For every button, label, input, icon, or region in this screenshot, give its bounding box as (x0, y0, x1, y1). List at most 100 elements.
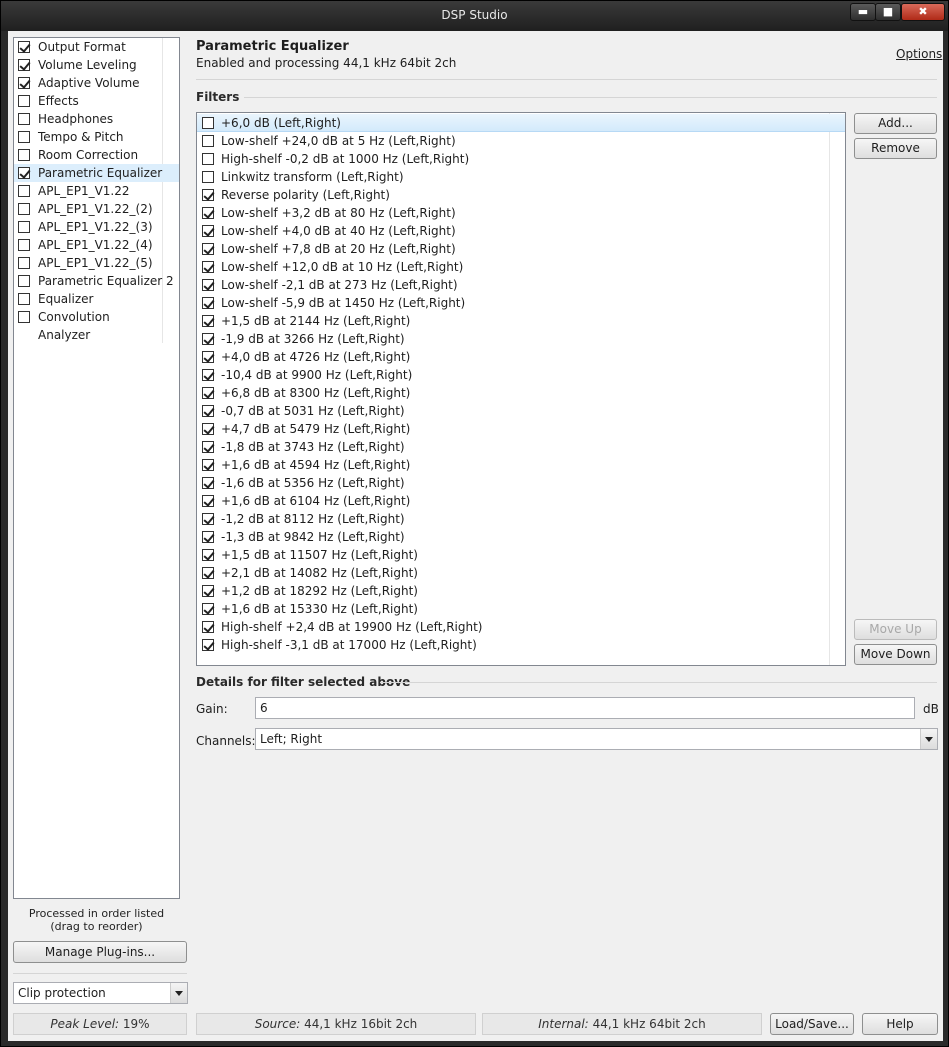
filter-checkbox[interactable] (202, 513, 214, 525)
sidebar-item[interactable]: Parametric Equalizer (14, 164, 179, 182)
filter-checkbox[interactable] (202, 243, 214, 255)
sidebar-item[interactable]: Tempo & Pitch (14, 128, 179, 146)
channels-select[interactable]: Left; Right (255, 728, 938, 750)
filter-row[interactable]: Low-shelf +3,2 dB at 80 Hz (Left,Right) (197, 204, 845, 222)
chevron-down-icon[interactable] (920, 729, 937, 749)
filter-row[interactable]: +6,0 dB (Left,Right) (197, 114, 845, 132)
manage-plugins-button[interactable]: Manage Plug-ins... (13, 941, 187, 963)
sidebar-item[interactable]: Volume Leveling (14, 56, 179, 74)
minimize-button[interactable]: ▬ (850, 3, 876, 21)
filter-checkbox[interactable] (202, 405, 214, 417)
dsp-module-list[interactable]: Output Format Volume Leveling Adaptive Vol… (13, 37, 180, 899)
filter-row[interactable]: +2,1 dB at 14082 Hz (Left,Right) (197, 564, 845, 582)
sidebar-item[interactable]: Effects (14, 92, 179, 110)
gain-input[interactable]: 6 (255, 697, 915, 719)
filter-checkbox[interactable] (202, 369, 214, 381)
module-checkbox[interactable] (18, 311, 30, 323)
module-checkbox[interactable] (18, 257, 30, 269)
filter-checkbox[interactable] (202, 135, 214, 147)
filter-row[interactable]: -1,2 dB at 8112 Hz (Left,Right) (197, 510, 845, 528)
move-up-button[interactable]: Move Up (854, 619, 937, 640)
filter-row[interactable]: +1,6 dB at 6104 Hz (Left,Right) (197, 492, 845, 510)
filter-checkbox[interactable] (202, 585, 214, 597)
sidebar-item[interactable]: Analyzer (14, 326, 179, 344)
filter-row[interactable]: Reverse polarity (Left,Right) (197, 186, 845, 204)
module-checkbox[interactable] (18, 167, 30, 179)
module-checkbox[interactable] (18, 239, 30, 251)
move-down-button[interactable]: Move Down (854, 644, 937, 665)
filter-checkbox[interactable] (202, 315, 214, 327)
filter-row[interactable]: Low-shelf -5,9 dB at 1450 Hz (Left,Right… (197, 294, 845, 312)
help-button[interactable]: Help (862, 1013, 938, 1035)
filter-checkbox[interactable] (202, 603, 214, 615)
filter-checkbox[interactable] (202, 387, 214, 399)
module-checkbox[interactable] (18, 185, 30, 197)
maximize-button[interactable]: ■ (875, 3, 901, 21)
filter-checkbox[interactable] (202, 261, 214, 273)
module-checkbox[interactable] (18, 131, 30, 143)
sidebar-item[interactable]: APL_EP1_V1.22_(4) (14, 236, 179, 254)
filter-checkbox[interactable] (202, 171, 214, 183)
filter-checkbox[interactable] (202, 639, 214, 651)
clip-protection-select[interactable]: Clip protection (13, 982, 188, 1004)
sidebar-item[interactable]: Headphones (14, 110, 179, 128)
filter-row[interactable]: High-shelf -0,2 dB at 1000 Hz (Left,Righ… (197, 150, 845, 168)
filter-checkbox[interactable] (202, 441, 214, 453)
filter-row[interactable]: +1,6 dB at 4594 Hz (Left,Right) (197, 456, 845, 474)
filter-checkbox[interactable] (202, 495, 214, 507)
module-checkbox[interactable] (18, 149, 30, 161)
filter-checkbox[interactable] (202, 207, 214, 219)
sidebar-item[interactable]: APL_EP1_V1.22 (14, 182, 179, 200)
filter-row[interactable]: +1,2 dB at 18292 Hz (Left,Right) (197, 582, 845, 600)
module-checkbox[interactable] (18, 77, 30, 89)
filter-row[interactable]: High-shelf -3,1 dB at 17000 Hz (Left,Rig… (197, 636, 845, 654)
filter-row[interactable]: Low-shelf +24,0 dB at 5 Hz (Left,Right) (197, 132, 845, 150)
sidebar-item[interactable]: APL_EP1_V1.22_(3) (14, 218, 179, 236)
sidebar-item[interactable]: Room Correction (14, 146, 179, 164)
filter-row[interactable]: +4,0 dB at 4726 Hz (Left,Right) (197, 348, 845, 366)
filter-checkbox[interactable] (202, 621, 214, 633)
filter-checkbox[interactable] (202, 477, 214, 489)
filter-row[interactable]: Low-shelf +12,0 dB at 10 Hz (Left,Right) (197, 258, 845, 276)
sidebar-item[interactable]: APL_EP1_V1.22_(2) (14, 200, 179, 218)
filter-row[interactable]: +6,8 dB at 8300 Hz (Left,Right) (197, 384, 845, 402)
add-filter-button[interactable]: Add... (854, 113, 937, 134)
filter-checkbox[interactable] (202, 153, 214, 165)
options-link[interactable]: Options (896, 47, 942, 61)
filter-checkbox[interactable] (202, 459, 214, 471)
module-checkbox[interactable] (18, 221, 30, 233)
module-checkbox[interactable] (18, 95, 30, 107)
filter-row[interactable]: Linkwitz transform (Left,Right) (197, 168, 845, 186)
filter-row[interactable]: +4,7 dB at 5479 Hz (Left,Right) (197, 420, 845, 438)
module-checkbox[interactable] (18, 203, 30, 215)
sidebar-item[interactable]: Output Format (14, 38, 179, 56)
filter-checkbox[interactable] (202, 279, 214, 291)
filter-row[interactable]: Low-shelf -2,1 dB at 273 Hz (Left,Right) (197, 276, 845, 294)
module-checkbox[interactable] (18, 293, 30, 305)
filter-row[interactable]: -1,3 dB at 9842 Hz (Left,Right) (197, 528, 845, 546)
filter-checkbox[interactable] (202, 225, 214, 237)
filter-row[interactable]: +1,5 dB at 11507 Hz (Left,Right) (197, 546, 845, 564)
filter-row[interactable]: +1,5 dB at 2144 Hz (Left,Right) (197, 312, 845, 330)
filter-row[interactable]: Low-shelf +4,0 dB at 40 Hz (Left,Right) (197, 222, 845, 240)
filter-row[interactable]: -1,6 dB at 5356 Hz (Left,Right) (197, 474, 845, 492)
filter-row[interactable]: Low-shelf +7,8 dB at 20 Hz (Left,Right) (197, 240, 845, 258)
chevron-down-icon[interactable] (170, 983, 187, 1003)
filter-checkbox[interactable] (202, 297, 214, 309)
filter-checkbox[interactable] (202, 549, 214, 561)
filter-checkbox[interactable] (202, 351, 214, 363)
load-save-button[interactable]: Load/Save... (770, 1013, 854, 1035)
module-checkbox[interactable] (18, 59, 30, 71)
filter-row[interactable]: High-shelf +2,4 dB at 19900 Hz (Left,Rig… (197, 618, 845, 636)
filter-list[interactable]: +6,0 dB (Left,Right) Low-shelf +24,0 dB a… (196, 112, 846, 666)
filter-checkbox[interactable] (202, 117, 214, 129)
close-button[interactable]: ✖ (901, 3, 945, 21)
filter-checkbox[interactable] (202, 531, 214, 543)
filter-checkbox[interactable] (202, 567, 214, 579)
module-checkbox[interactable] (18, 41, 30, 53)
sidebar-item[interactable]: Convolution (14, 308, 179, 326)
filter-checkbox[interactable] (202, 189, 214, 201)
filter-row[interactable]: -10,4 dB at 9900 Hz (Left,Right) (197, 366, 845, 384)
filter-row[interactable]: -1,9 dB at 3266 Hz (Left,Right) (197, 330, 845, 348)
filter-row[interactable]: -0,7 dB at 5031 Hz (Left,Right) (197, 402, 845, 420)
